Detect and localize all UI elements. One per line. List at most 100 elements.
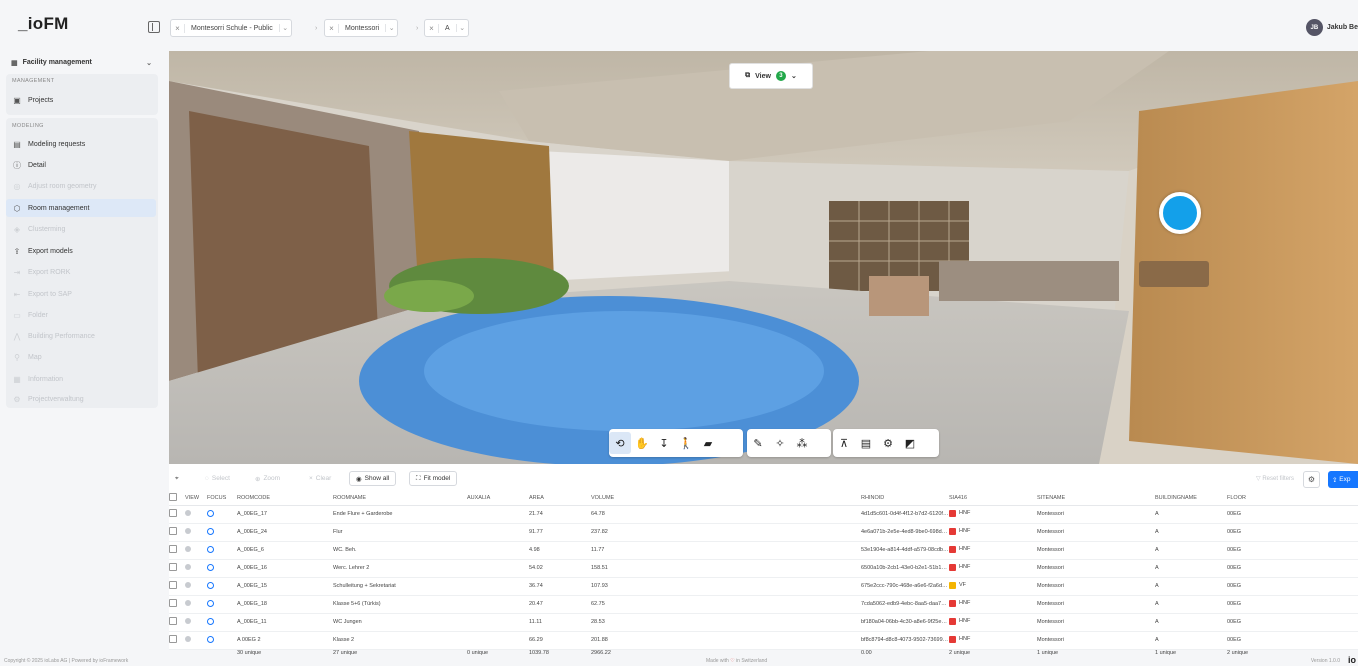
sidebar-item-label: Building Performance (28, 332, 95, 340)
focus-icon[interactable] (207, 545, 214, 553)
sia-tag: HNF (949, 617, 970, 625)
export-button[interactable]: ⇪ Exp (1328, 471, 1358, 488)
table-row[interactable]: A_00EG_18 Klasse 5+6 (Türkis) 20.47 62.75 7c… (169, 595, 1358, 614)
column-header-sia416[interactable]: SIA416 (949, 491, 1037, 506)
focus-icon[interactable] (207, 617, 214, 625)
row-checkbox[interactable] (169, 563, 177, 571)
section-plane-icon[interactable]: ✧ (769, 432, 791, 454)
cell-sia416: HNF (949, 541, 1037, 560)
sidebar-item-projects[interactable]: ▣ Projects (6, 91, 156, 109)
focus-icon[interactable] (207, 599, 214, 607)
clear-site-icon[interactable]: × (325, 23, 339, 33)
cell-rhinoid: 53e1904e-a814-4ddf-a579-08cdb4c75bc1 (861, 541, 949, 560)
orbit-icon[interactable]: ⟲ (609, 432, 631, 454)
user-menu[interactable]: JB Jakub Be (1305, 19, 1358, 36)
column-header-sitename[interactable]: SITENAME (1037, 491, 1155, 506)
focus-icon-cell (207, 559, 237, 578)
site-filter[interactable]: × Montessori ⌄ (324, 19, 399, 37)
clear-project-icon[interactable]: × (171, 23, 185, 33)
module-select[interactable]: ▦ Facility management ⌄ (6, 54, 158, 71)
visibility-icon[interactable] (185, 546, 191, 552)
view-dropdown[interactable]: ⧉ View 3 ⌄ (729, 63, 813, 89)
pan-hand-icon[interactable]: ✋ (631, 432, 653, 454)
column-header-auxalia[interactable]: AUXALIA (467, 491, 529, 506)
focus-icon[interactable] (207, 635, 214, 643)
table-row[interactable]: A_00EG_15 Schulleitung + Sekretariat 36.74… (169, 577, 1358, 596)
reset-filters-button[interactable]: ▽ Reset filters (1256, 475, 1294, 482)
sidebar-item-modeling-requests[interactable]: ▤ Modeling requests (6, 135, 156, 153)
focus-icon[interactable] (207, 563, 214, 571)
app-logo[interactable]: _ioFM (18, 14, 69, 34)
focus-icon[interactable] (207, 509, 214, 517)
row-checkbox[interactable] (169, 617, 177, 625)
visibility-icon[interactable] (185, 564, 191, 570)
column-header-roomcode[interactable]: ROOMCODE (237, 491, 333, 506)
zoom-vertical-icon[interactable]: ↧ (653, 432, 675, 454)
select-button[interactable]: ◌ Select (205, 471, 230, 486)
cell-area: 66.29 (529, 631, 591, 650)
fit-icon: ⛶ (416, 474, 421, 482)
table-row[interactable]: A_00EG_16 Werc. Lehrer 2 54.02 158.51 6500a1… (169, 559, 1358, 578)
visibility-icon[interactable] (185, 582, 191, 588)
visibility-icon[interactable] (185, 528, 191, 534)
row-checkbox[interactable] (169, 635, 177, 643)
focus-icon[interactable] (207, 527, 214, 535)
visibility-icon[interactable] (185, 618, 191, 624)
column-header-volume[interactable]: VOLUME (591, 491, 861, 506)
column-header-area[interactable]: AREA (529, 491, 591, 506)
sidebar-item-export-models[interactable]: ⇪ Export models (6, 242, 156, 260)
camera-icon[interactable]: ▰ (697, 432, 719, 454)
sidebar-item-label: Folder (28, 311, 48, 319)
walk-person-icon[interactable]: 🚶 (675, 432, 697, 454)
clear-building-icon[interactable]: × (425, 23, 439, 33)
chevron-down-icon[interactable]: ⌄ (385, 24, 397, 32)
sidebar-item-label: Room management (28, 204, 90, 212)
expand-icon[interactable]: ⌖ (175, 471, 179, 486)
sidebar-item-detail[interactable]: ⓘ Detail (6, 156, 156, 174)
table-row[interactable]: A_00EG_17 Ende Flure + Garderobe 21.74 64.7… (169, 505, 1358, 524)
visibility-icon[interactable] (185, 510, 191, 516)
properties-icon[interactable]: ▤ (855, 432, 877, 454)
row-checkbox[interactable] (169, 509, 177, 517)
select-all-checkbox[interactable] (169, 491, 185, 506)
row-checkbox[interactable] (169, 581, 177, 589)
sidebar-collapse-icon[interactable] (148, 21, 160, 33)
chevron-down-icon[interactable]: ⌄ (278, 24, 291, 32)
row-checkbox[interactable] (169, 545, 177, 553)
table-row[interactable]: A_00EG_11 WC Jungen 11.11 28.53 bf180a04-06b… (169, 613, 1358, 632)
fullscreen-icon[interactable]: ◩ (899, 432, 921, 454)
visibility-icon[interactable] (185, 600, 191, 606)
position-marker[interactable] (1159, 192, 1201, 234)
sidebar-item-clustering: ◈ Clusterming (6, 220, 156, 238)
fit-model-button[interactable]: ⛶ Fit model (409, 471, 458, 486)
column-header-buildingname[interactable]: BUILDINGNAME (1155, 491, 1227, 506)
table-row[interactable]: A 00EG 2 Klasse 2 66.29 201.88 bf8c8794-d8c8… (169, 631, 1358, 650)
column-header-view[interactable]: VIEW (185, 491, 207, 506)
settings-icon[interactable]: ⚙ (877, 432, 899, 454)
table-settings-icon[interactable]: ⚙ (1303, 471, 1320, 488)
table-row[interactable]: A_00EG_24 Flur 91.77 237.82 4e6a071b-2e5e-4e… (169, 523, 1358, 542)
visibility-icon[interactable] (185, 636, 191, 642)
sidebar-item-room-management[interactable]: ⬡ Room management (6, 199, 156, 217)
row-checkbox[interactable] (169, 527, 177, 535)
column-header-floor[interactable]: FLOOR (1227, 491, 1358, 506)
measure-pencil-icon[interactable]: ✎ (747, 432, 769, 454)
show-all-button[interactable]: ◉ Show all (349, 471, 397, 486)
model-tree-icon[interactable]: ⊼ (833, 432, 855, 454)
column-header-focus[interactable]: FOCUS (207, 491, 237, 506)
chevron-down-icon[interactable]: ⌄ (455, 24, 468, 32)
column-header-roomname[interactable]: ROOMNAME (333, 491, 467, 506)
sidebar-item-label: Clusterming (28, 225, 66, 233)
clear-button[interactable]: × Clear (309, 471, 331, 486)
focus-icon[interactable] (207, 581, 214, 589)
table-row[interactable]: A_00EG_6 WC. Beh. 4.98 11.77 53e1904e-a814-4… (169, 541, 1358, 560)
explode-icon[interactable]: ⁂ (791, 432, 813, 454)
row-checkbox-cell (169, 559, 185, 578)
zoom-button[interactable]: ⊕ Zoom (255, 471, 280, 486)
project-filter[interactable]: × Montesorri Schule - Public ⌄ (170, 19, 292, 37)
building-filter[interactable]: × A ⌄ (424, 19, 469, 37)
sidebar-item-label: Map (28, 353, 42, 361)
3d-viewer[interactable]: ⧉ View 3 ⌄ ⟲ ✋ ↧ 🚶 ▰ ✎ ✧ ⁂ ⊼ ▤ ⚙ ◩ (169, 51, 1358, 464)
column-header-rhinoid[interactable]: RHINOID (861, 491, 949, 506)
row-checkbox[interactable] (169, 599, 177, 607)
